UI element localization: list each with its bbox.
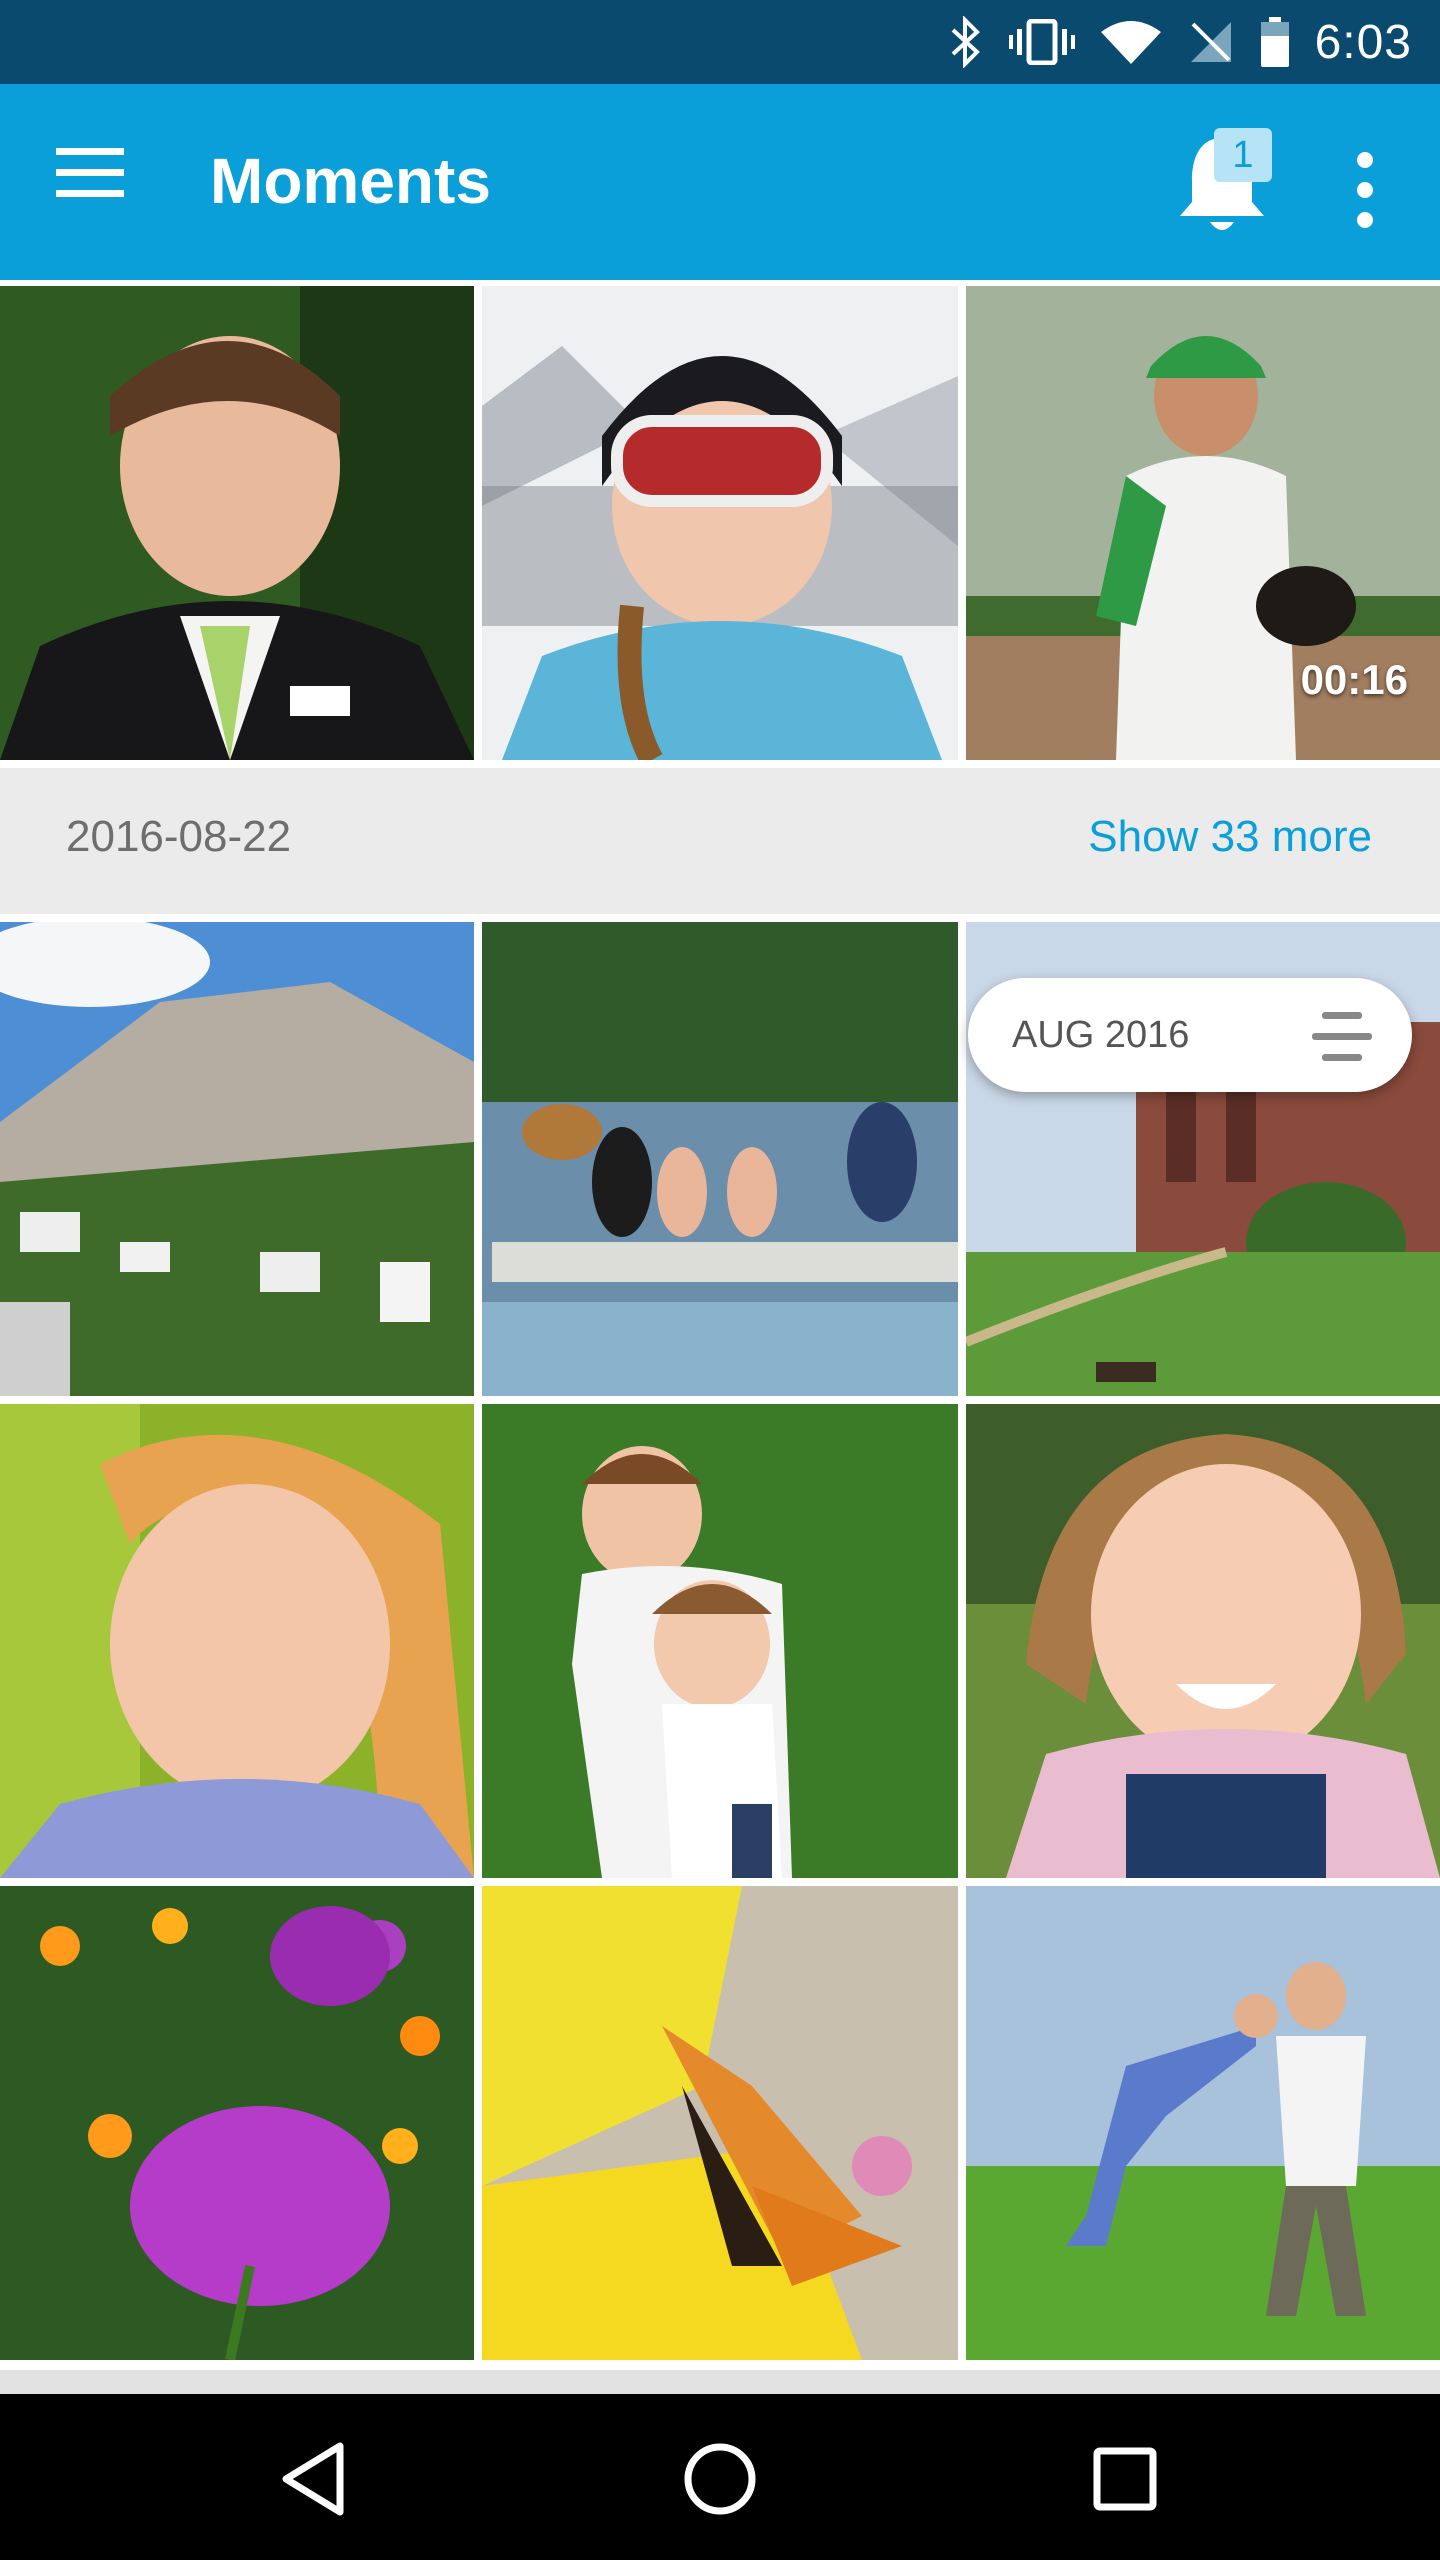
photo-butterfly [482,1886,958,2360]
photo-tile[interactable] [966,1404,1440,1878]
photo-tile[interactable] [482,286,958,760]
recents-icon [1093,2447,1157,2511]
status-bar: 6:03 [0,0,1440,84]
vibrate-icon [1008,19,1075,65]
photo-tile[interactable]: 00:16 [966,286,1440,760]
date-scroll-chip[interactable]: AUG 2016 [968,978,1412,1092]
app-bar: Moments 1 [0,84,1440,280]
photo-flowers [0,1886,474,2360]
photo-tile[interactable] [482,1886,958,2360]
photo-tile[interactable] [966,1886,1440,2360]
home-icon [684,2443,756,2515]
notification-badge: 1 [1214,128,1272,182]
photo-tile[interactable] [482,922,958,1396]
back-button[interactable] [270,2434,360,2524]
photo-father-child [966,1886,1440,2360]
photo-girl-portrait [0,1404,474,1878]
page-title: Moments [210,145,491,217]
photo-boys-playing [482,1404,958,1878]
scroll-handle-icon [1312,1012,1372,1061]
back-icon [282,2442,344,2516]
more-options-button[interactable] [1340,148,1390,232]
photo-girl-pigtails [966,1404,1440,1878]
photo-boy-suit [0,286,474,760]
photo-tile[interactable] [0,286,474,760]
no-sim-icon [1190,22,1231,62]
photo-coastal-town [0,922,474,1396]
show-more-link[interactable]: Show 33 more [1088,812,1372,862]
photo-tile[interactable] [0,1886,474,2360]
bluetooth-icon [951,16,980,68]
home-button[interactable] [675,2434,765,2524]
more-vert-icon [1357,152,1373,228]
photo-family-dock [482,922,958,1396]
clock: 6:03 [1314,15,1412,69]
photo-girl-goggles [482,286,958,760]
photo-tile[interactable] [0,1404,474,1878]
wifi-icon [1100,21,1161,64]
menu-icon [56,148,124,197]
menu-button[interactable] [56,148,136,216]
battery-icon [1260,17,1289,67]
photo-tile[interactable] [482,1404,958,1878]
date-group-header: 2016-08-22 Show 33 more [0,768,1440,914]
photo-tile[interactable] [0,922,474,1396]
video-duration: 00:16 [1300,656,1408,703]
date-chip-label: AUG 2016 [1012,1014,1190,1056]
grid-bottom-divider [0,2370,1440,2394]
recents-button[interactable] [1080,2434,1170,2524]
system-nav-bar [0,2394,1440,2560]
group-date: 2016-08-22 [66,812,292,861]
